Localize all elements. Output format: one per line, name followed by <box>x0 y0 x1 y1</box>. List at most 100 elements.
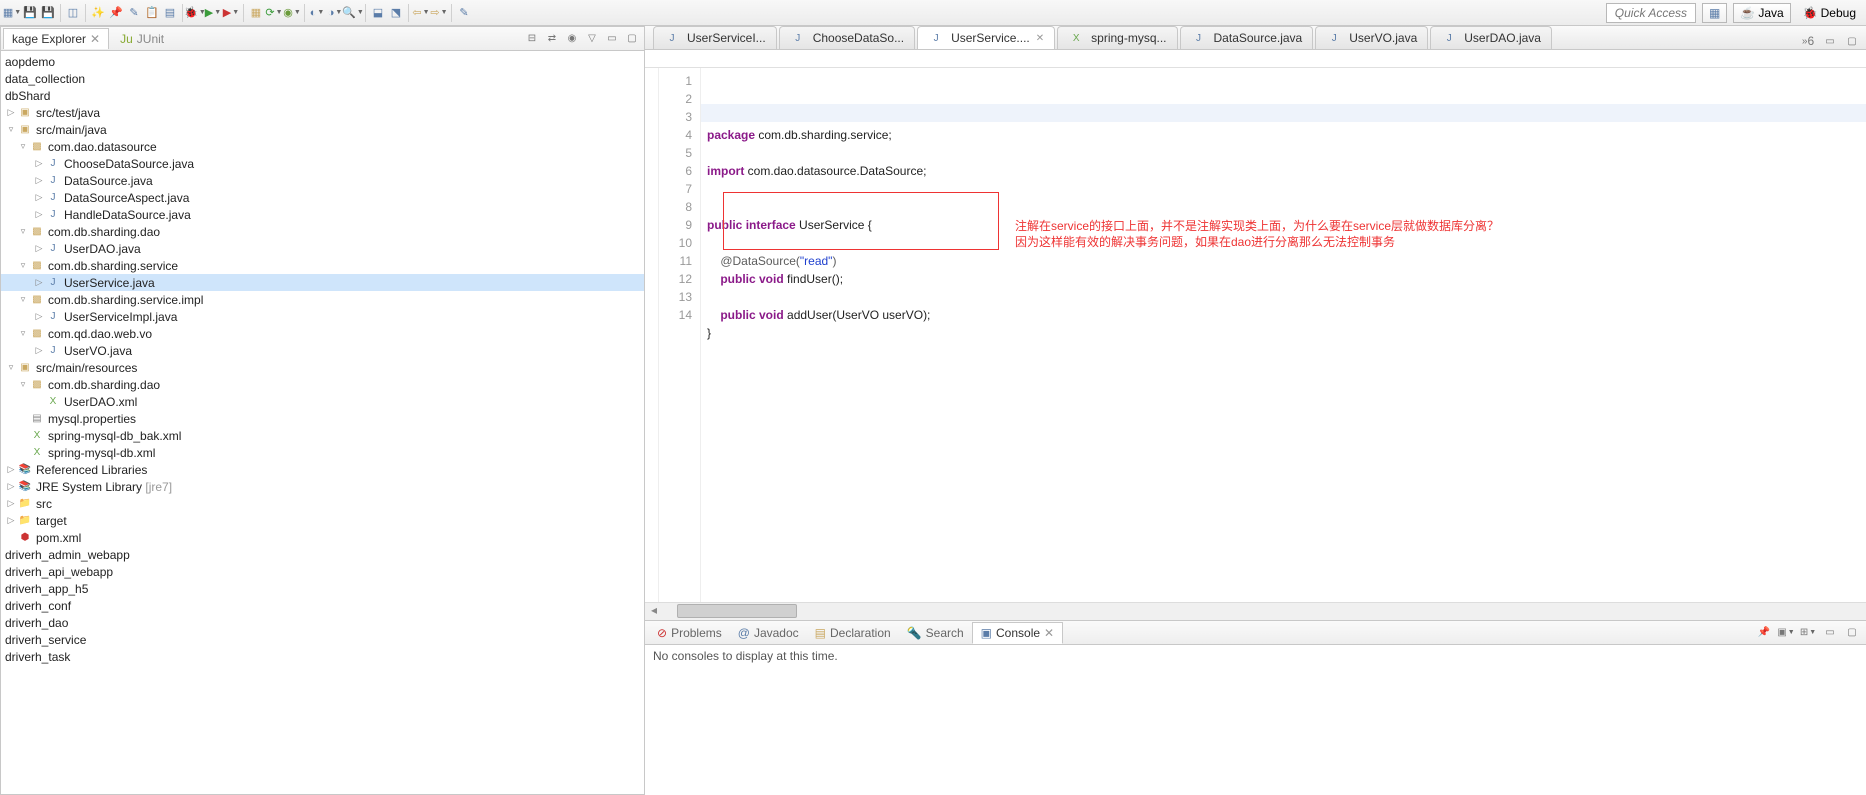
source-folder-icon: ▣ <box>17 122 33 138</box>
tool-b-icon[interactable]: ◑▼ <box>327 5 343 21</box>
source-folder-icon: ▣ <box>17 360 33 376</box>
xml-file-icon: X <box>45 394 61 410</box>
package-explorer-panel: kage Explorer ✕ Ju JUnit ⊟ ⇄ ◉ ▽ ▭ ▢ aop… <box>0 26 645 795</box>
maximize-icon[interactable]: ▢ <box>1844 625 1860 641</box>
close-icon[interactable]: ✕ <box>90 32 100 46</box>
java-file-icon: J <box>45 207 61 223</box>
new-icon[interactable]: ▦▼ <box>4 5 20 21</box>
xml-file-icon: X <box>29 445 45 461</box>
save-all-icon[interactable]: 💾 <box>40 5 56 21</box>
pin-console-icon[interactable]: 📌 <box>1756 625 1772 641</box>
java-file-icon: J <box>45 309 61 325</box>
annotation-text-2: 因为这样能有效的解决事务问题，如果在dao进行分离那么无法控制事务 <box>1015 234 1395 250</box>
clipboard-icon[interactable]: 📋 <box>144 5 160 21</box>
marker-ruler <box>645 68 659 602</box>
display-console-icon[interactable]: ▣▼ <box>1778 625 1794 641</box>
toggle-icon[interactable]: ◫ <box>65 5 81 21</box>
tree-file: ▷JUserService.java <box>1 274 644 291</box>
java-file-icon: J <box>1441 30 1457 46</box>
java-file-icon: J <box>45 275 61 291</box>
editor-tab-active[interactable]: JUserService....✕ <box>917 26 1055 49</box>
tree-project: driverh_dao <box>1 614 644 631</box>
ext-run-icon[interactable]: ▶▼ <box>223 5 239 21</box>
maximize-icon[interactable]: ▢ <box>624 31 640 47</box>
wand-icon[interactable]: ✨ <box>90 5 106 21</box>
tree-file: ▷JChooseDataSource.java <box>1 155 644 172</box>
problems-tab[interactable]: ⊘Problems <box>649 623 730 643</box>
save-icon[interactable]: 💾 <box>22 5 38 21</box>
junit-tab[interactable]: Ju JUnit <box>111 28 173 49</box>
console-tab[interactable]: ▣Console ✕ <box>972 622 1063 644</box>
edit-icon[interactable]: ✎ <box>126 5 142 21</box>
minimize-icon[interactable]: ▭ <box>1822 33 1838 49</box>
package-icon: ▩ <box>29 292 45 308</box>
maximize-icon[interactable]: ▢ <box>1844 33 1860 49</box>
code-editor[interactable]: 1234567891011121314 package com.db.shard… <box>645 68 1866 602</box>
editor-tab[interactable]: JUserServiceI... <box>653 26 777 49</box>
tree-project: dbShard <box>1 87 644 104</box>
package-explorer-tab[interactable]: kage Explorer ✕ <box>3 28 109 49</box>
back-icon[interactable]: ⇦▼ <box>413 5 429 21</box>
search-tab[interactable]: 🔦Search <box>899 623 972 643</box>
collapse-all-icon[interactable]: ⊟ <box>524 31 540 47</box>
run-icon[interactable]: ▶▼ <box>205 5 221 21</box>
doc-icon[interactable]: ▤ <box>162 5 178 21</box>
forward-icon[interactable]: ⇨▼ <box>431 5 447 21</box>
focus-icon[interactable]: ◉ <box>564 31 580 47</box>
tool-d-icon[interactable]: ⬔ <box>388 5 404 21</box>
package-icon: ▩ <box>29 139 45 155</box>
debug-perspective-button[interactable]: 🐞Debug <box>1797 4 1862 22</box>
properties-file-icon: ▤ <box>29 411 45 427</box>
open-console-icon[interactable]: ⊞▼ <box>1800 625 1816 641</box>
open-perspective-button[interactable]: ▦ <box>1702 3 1727 23</box>
tree-package: ▿▩com.db.sharding.dao <box>1 223 644 240</box>
editor-tab[interactable]: JDataSource.java <box>1180 26 1314 49</box>
new-pkg-icon[interactable]: ▦ <box>248 5 264 21</box>
search-tool-icon[interactable]: 🔍▼ <box>345 5 361 21</box>
tree-project: driverh_admin_webapp <box>1 546 644 563</box>
java-file-icon: J <box>45 241 61 257</box>
javadoc-tab[interactable]: @Javadoc <box>730 623 807 643</box>
tool-e-icon[interactable]: ✎ <box>456 5 472 21</box>
breadcrumb-bar <box>645 50 1866 68</box>
xml-file-icon: X <box>1068 30 1084 46</box>
minimize-icon[interactable]: ▭ <box>604 31 620 47</box>
minimize-icon[interactable]: ▭ <box>1822 625 1838 641</box>
view-menu-icon[interactable]: ▽ <box>584 31 600 47</box>
source-folder-icon: ▣ <box>17 105 33 121</box>
editor-tab[interactable]: JUserVO.java <box>1315 26 1428 49</box>
project-tree[interactable]: aopdemo data_collection dbShard ▷▣src/te… <box>1 51 644 794</box>
more-tabs-icon[interactable]: »6 <box>1800 33 1816 49</box>
declaration-tab[interactable]: ▤Declaration <box>807 623 899 643</box>
java-perspective-button[interactable]: ☕Java <box>1733 3 1790 23</box>
tree-lib: ▷📚Referenced Libraries <box>1 461 644 478</box>
tree-folder: ▷📁target <box>1 512 644 529</box>
tree-file: XUserDAO.xml <box>1 393 644 410</box>
java-file-icon: J <box>1191 30 1207 46</box>
quick-access-input[interactable]: Quick Access <box>1606 3 1696 23</box>
tree-package: ▿▩com.dao.datasource <box>1 138 644 155</box>
tool-c-icon[interactable]: ⬓ <box>370 5 386 21</box>
editor-tab[interactable]: JUserDAO.java <box>1430 26 1552 49</box>
tree-file: ▷JDataSourceAspect.java <box>1 189 644 206</box>
code-area[interactable]: package com.db.sharding.service; import … <box>701 68 1866 602</box>
horizontal-scrollbar[interactable]: ◂ <box>645 602 1866 620</box>
new-class-icon[interactable]: ◉▼ <box>284 5 300 21</box>
link-editor-icon[interactable]: ⇄ <box>544 31 560 47</box>
refresh-icon[interactable]: ⟳▼ <box>266 5 282 21</box>
tree-project: driverh_task <box>1 648 644 665</box>
editor-tab[interactable]: JChooseDataSo... <box>779 26 915 49</box>
java-file-icon: J <box>45 156 61 172</box>
tree-project: driverh_service <box>1 631 644 648</box>
debug-icon[interactable]: 🐞▼ <box>187 5 203 21</box>
editor-tab[interactable]: Xspring-mysq... <box>1057 26 1177 49</box>
close-icon[interactable]: ✕ <box>1044 626 1054 640</box>
bottom-panel: ⊘Problems @Javadoc ▤Declaration 🔦Search … <box>645 620 1866 795</box>
pin-icon[interactable]: 📌 <box>108 5 124 21</box>
tree-src-folder: ▿▣src/main/java <box>1 121 644 138</box>
tool-a-icon[interactable]: ◐▼ <box>309 5 325 21</box>
tree-file: Xspring-mysql-db.xml <box>1 444 644 461</box>
close-icon[interactable]: ✕ <box>1036 33 1044 44</box>
java-file-icon: J <box>790 30 806 46</box>
tree-package: ▿▩com.qd.dao.web.vo <box>1 325 644 342</box>
